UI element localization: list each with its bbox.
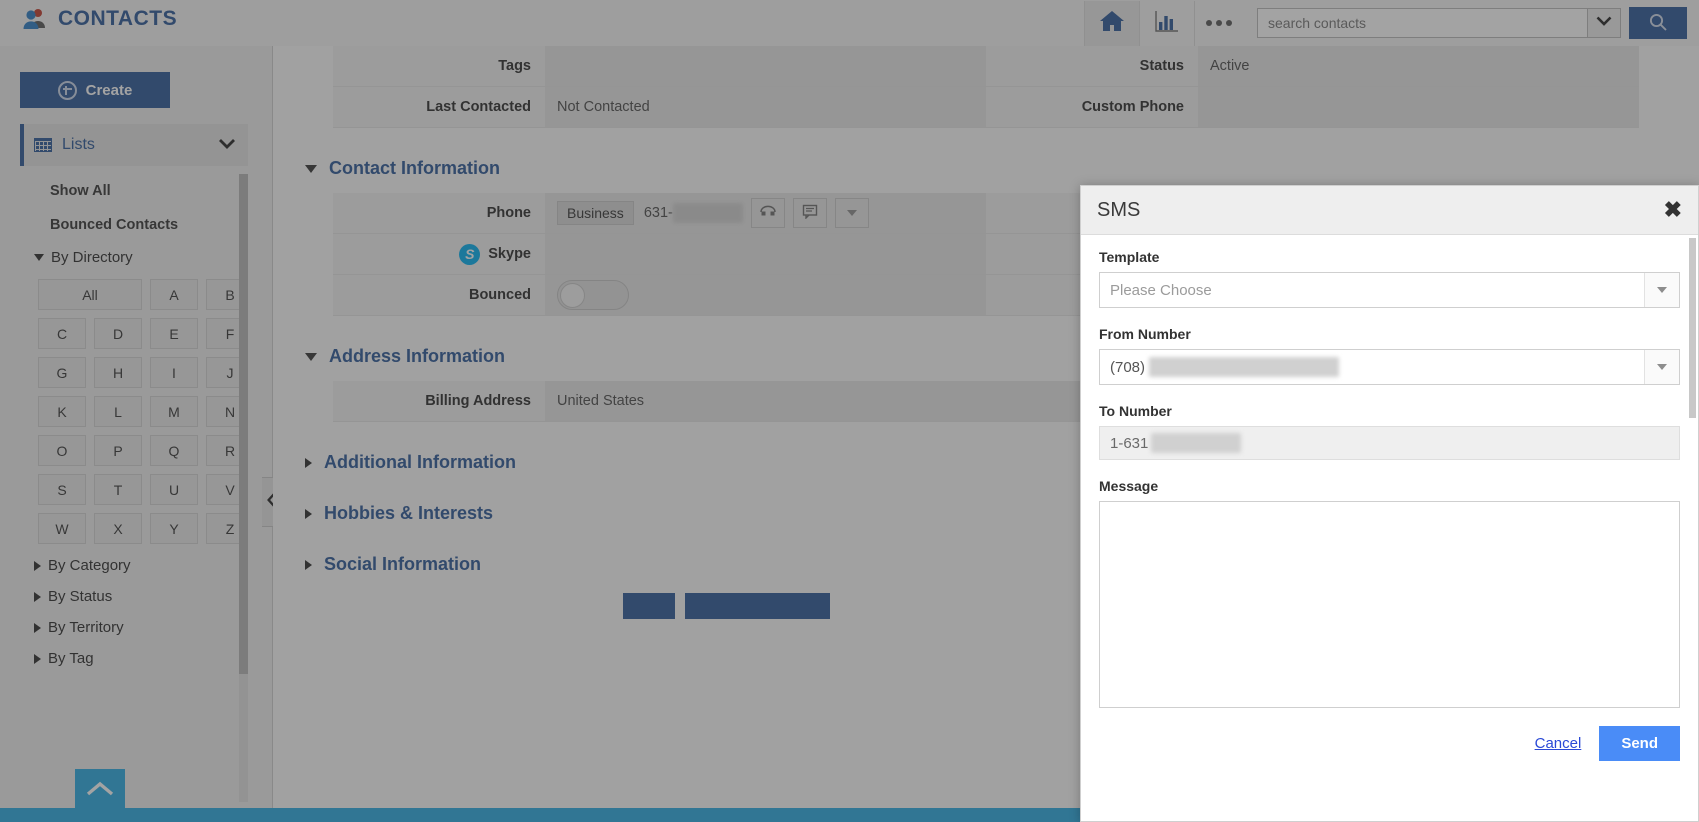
- cancel-button[interactable]: Cancel: [1535, 735, 1582, 752]
- sms-modal-title: SMS: [1097, 199, 1140, 222]
- sms-modal-scrollbar[interactable]: [1689, 238, 1696, 418]
- message-textarea[interactable]: [1099, 501, 1680, 708]
- send-button[interactable]: Send: [1599, 726, 1680, 761]
- sms-modal: SMS ✖ Template Please Choose From Number…: [1080, 185, 1699, 822]
- from-number-value: (708): [1100, 350, 1644, 384]
- template-select-value: Please Choose: [1100, 273, 1644, 307]
- to-number-label: To Number: [1099, 403, 1680, 419]
- redacted-from-number: [1149, 357, 1339, 377]
- from-number-text: (708): [1110, 359, 1145, 376]
- sms-modal-body: Template Please Choose From Number (708)…: [1081, 235, 1698, 708]
- caret-down-icon: [1644, 273, 1679, 307]
- sms-modal-footer: Cancel Send: [1081, 718, 1698, 761]
- message-label: Message: [1099, 478, 1680, 494]
- to-number-field[interactable]: 1-631: [1099, 426, 1680, 460]
- from-number-select[interactable]: (708): [1099, 349, 1680, 385]
- close-icon[interactable]: ✖: [1664, 199, 1682, 221]
- redacted-to-number: [1151, 433, 1241, 453]
- to-number-text: 1-631: [1110, 435, 1148, 452]
- caret-down-icon: [1644, 350, 1679, 384]
- template-select[interactable]: Please Choose: [1099, 272, 1680, 308]
- template-label: Template: [1099, 249, 1680, 265]
- from-number-label: From Number: [1099, 326, 1680, 342]
- sms-modal-header: SMS ✖: [1081, 186, 1698, 235]
